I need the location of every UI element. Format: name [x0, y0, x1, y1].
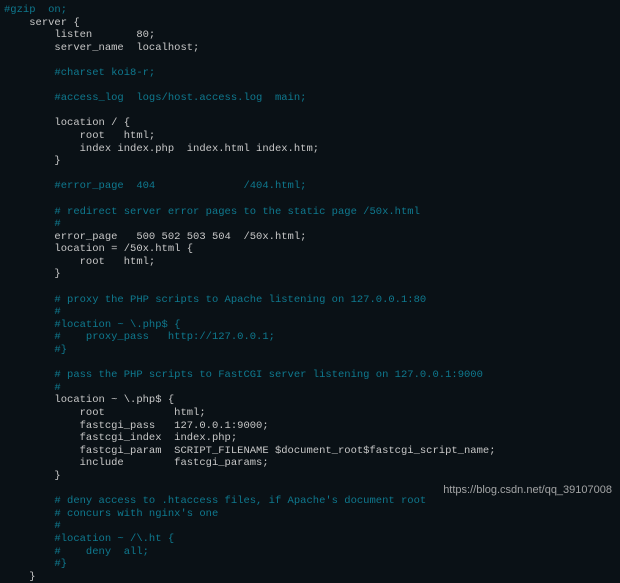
code-token: #access_log logs/host.access.log main; [54, 92, 306, 104]
code-token: include fastcgi_params; [80, 457, 269, 469]
code-token: # [54, 520, 60, 532]
code-token: root html; [80, 130, 156, 142]
code-token: root html; [80, 256, 156, 268]
code-token: server_name localhost; [54, 42, 199, 54]
code-token: } [54, 155, 60, 167]
code-token: server { [29, 17, 79, 29]
code-token: # proxy_pass http://127.0.0.1; [54, 331, 275, 343]
code-token: # deny access to .htaccess files, if Apa… [54, 495, 426, 507]
code-token: #location ~ /\.ht { [54, 533, 174, 545]
code-token: #} [54, 558, 67, 570]
watermark-url: https://blog.csdn.net/qq_39107008 [443, 484, 612, 496]
code-token: #} [54, 344, 67, 356]
code-token: # [54, 218, 60, 230]
code-token: index index.php index.html index.htm; [80, 143, 319, 155]
code-token: } [29, 571, 35, 583]
code-token: # concurs with nginx's one [54, 508, 218, 520]
code-token: # proxy the PHP scripts to Apache listen… [54, 294, 426, 306]
code-token: # deny all; [54, 546, 149, 558]
code-token: # redirect server error pages to the sta… [54, 206, 419, 218]
code-token: #error_page 404 /404.html; [54, 180, 306, 192]
code-token: location / { [54, 117, 130, 129]
code-token: location = /50x.html { [54, 243, 193, 255]
code-token: fastcgi_pass 127.0.0.1:9000; [80, 420, 269, 432]
code-token: error_page 500 502 503 504 /50x.html; [54, 231, 306, 243]
code-token: fastcgi_index index.php; [80, 432, 238, 444]
code-token: # [54, 306, 60, 318]
code-token: #location ~ \.php$ { [54, 319, 180, 331]
code-token: # [54, 382, 60, 394]
code-token: fastcgi_param SCRIPT_FILENAME $document_… [80, 445, 496, 457]
code-token: #gzip on; [4, 4, 67, 16]
code-token: #charset koi8-r; [54, 67, 155, 79]
code-token: } [54, 470, 60, 482]
code-token: root html; [80, 407, 206, 419]
code-token: listen 80; [54, 29, 155, 41]
code-token: location ~ \.php$ { [54, 394, 174, 406]
code-token: } [54, 268, 60, 280]
code-token: # pass the PHP scripts to FastCGI server… [54, 369, 482, 381]
